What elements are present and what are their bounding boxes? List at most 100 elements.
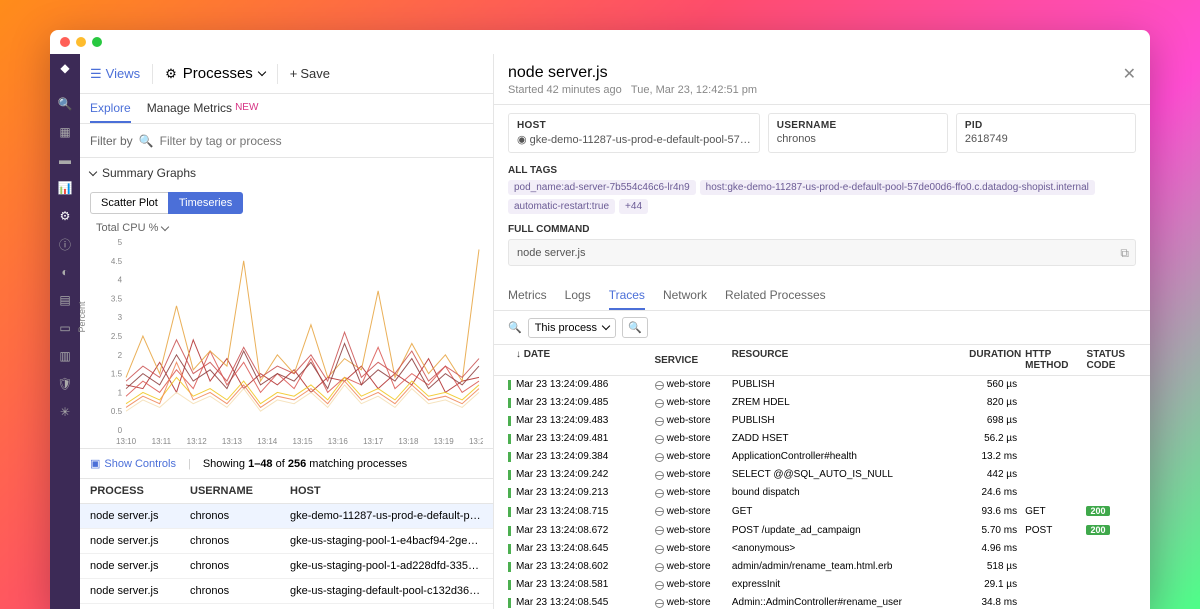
trace-row[interactable]: Mar 23 13:24:08.645web-store<anonymous>4… <box>494 540 1150 558</box>
tab-manage-metrics[interactable]: Manage Metrics NEW <box>147 94 259 123</box>
tag-pill[interactable]: +44 <box>619 199 648 214</box>
trace-search-button[interactable]: 🔍 <box>622 317 648 338</box>
trace-row[interactable]: Mar 23 13:24:09.384web-storeApplicationC… <box>494 448 1150 466</box>
tag-pill[interactable]: automatic-restart:true <box>508 199 615 214</box>
trace-scope-selector[interactable]: This process <box>528 318 616 338</box>
table-row[interactable]: node server.jschronosgke-us-staging-defa… <box>80 579 493 604</box>
svg-text:4.5: 4.5 <box>111 257 123 266</box>
tab-traces[interactable]: Traces <box>609 284 645 310</box>
trace-row[interactable]: Mar 23 13:24:09.242web-storeSELECT @@SQL… <box>494 466 1150 484</box>
svg-text:3.5: 3.5 <box>111 294 123 303</box>
metric-selector[interactable]: Total CPU % <box>80 218 493 238</box>
trace-row[interactable]: Mar 23 13:24:08.672web-storePOST /update… <box>494 521 1150 540</box>
trace-row[interactable]: Mar 23 13:24:08.715web-storeGET93.6 msGE… <box>494 502 1150 521</box>
svg-text:1.5: 1.5 <box>111 370 123 379</box>
summary-graphs-toggle[interactable]: Summary Graphs <box>80 158 493 188</box>
trace-row[interactable]: Mar 23 13:24:09.485web-storeZREM HDEL820… <box>494 394 1150 412</box>
svg-text:13:11: 13:11 <box>152 437 172 446</box>
tag-pill[interactable]: pod_name:ad-server-7b554c46c6-lr4n9 <box>508 180 696 195</box>
close-window-icon[interactable] <box>60 37 70 47</box>
tab-logs[interactable]: Logs <box>565 284 591 310</box>
trace-row[interactable]: Mar 23 13:24:09.486web-storePUBLISH560 µ… <box>494 376 1150 394</box>
table-row[interactable]: node server.jschronosgke-us-staging-pool… <box>80 554 493 579</box>
tab-explore[interactable]: Explore <box>90 94 131 123</box>
chevron-down-icon <box>602 322 610 330</box>
command-label: FULL COMMAND <box>508 224 1136 235</box>
svg-text:5: 5 <box>118 238 123 247</box>
svg-text:0.5: 0.5 <box>111 407 123 416</box>
svg-text:2.5: 2.5 <box>111 332 123 341</box>
primary-nav: ◆ 🔍 ▦ ▬ 📊 ⚙ ⓘ ◐ ▤ ▭ ▥ 🛡 ✳ <box>50 54 80 609</box>
timeseries-chart[interactable]: Percent 00.511.522.533.544.5513:1013:111… <box>80 238 493 448</box>
svg-text:13:13: 13:13 <box>222 437 243 446</box>
scatter-plot-tab[interactable]: Scatter Plot <box>90 192 168 214</box>
tab-related-processes[interactable]: Related Processes <box>725 284 826 310</box>
dashboards-icon[interactable]: ▦ <box>57 124 73 140</box>
page-title-dropdown[interactable]: ⚙ Processes <box>165 65 265 82</box>
chevron-down-icon <box>258 68 266 76</box>
tab-network[interactable]: Network <box>663 284 707 310</box>
svg-text:13:16: 13:16 <box>328 437 349 446</box>
metrics-icon[interactable]: 📊 <box>57 180 73 196</box>
process-table-header: PROCESS USERNAME HOST <box>80 479 493 504</box>
close-panel-button[interactable]: ✕ <box>1123 64 1136 84</box>
svg-text:13:20: 13:20 <box>469 437 483 446</box>
svg-text:13:10: 13:10 <box>116 437 137 446</box>
zoom-window-icon[interactable] <box>92 37 102 47</box>
trace-row[interactable]: Mar 23 13:24:08.545web-storeAdmin::Admin… <box>494 594 1150 609</box>
result-count: Showing 1–48 of 256 matching processes <box>203 458 407 470</box>
settings-icon[interactable]: ✳ <box>57 404 73 420</box>
pid-info: PID 2618749 <box>956 113 1136 153</box>
gear-icon: ⚙ <box>165 66 177 82</box>
show-controls-button[interactable]: ▣Show Controls <box>90 457 176 470</box>
svg-text:13:14: 13:14 <box>257 437 278 446</box>
new-badge: NEW <box>235 102 258 113</box>
window-titlebar <box>50 30 1150 54</box>
filter-input[interactable] <box>160 134 483 148</box>
trace-row[interactable]: Mar 23 13:24:09.483web-storePUBLISH698 µ… <box>494 412 1150 430</box>
filter-label: Filter by <box>90 134 133 148</box>
svg-text:13:12: 13:12 <box>187 437 208 446</box>
chevron-down-icon <box>89 167 97 175</box>
divider <box>277 64 278 84</box>
search-icon: 🔍 <box>139 134 154 148</box>
trace-row[interactable]: Mar 23 13:24:09.481web-storeZADD HSET56.… <box>494 430 1150 448</box>
command-box: node server.js ⧉ <box>508 239 1136 266</box>
svg-text:1: 1 <box>118 388 123 397</box>
svg-text:3: 3 <box>118 313 123 322</box>
host-info[interactable]: HOST ◉ gke-demo-11287-us-prod-e-default-… <box>508 113 760 153</box>
apm-icon[interactable]: ◐ <box>57 264 73 280</box>
svg-text:13:18: 13:18 <box>398 437 419 446</box>
info-icon[interactable]: ⓘ <box>57 236 73 252</box>
tab-metrics[interactable]: Metrics <box>508 284 547 310</box>
svg-text:13:15: 13:15 <box>292 437 313 446</box>
monitors-icon[interactable]: ▬ <box>57 152 73 168</box>
trace-row[interactable]: Mar 23 13:24:09.213web-storebound dispat… <box>494 484 1150 502</box>
detail-title: node server.js <box>508 64 1136 82</box>
logs-icon[interactable]: ▤ <box>57 292 73 308</box>
list-icon: ☰ <box>90 66 102 82</box>
trace-row[interactable]: Mar 23 13:24:08.581web-storeexpressInit2… <box>494 576 1150 594</box>
notebooks-icon[interactable]: ▥ <box>57 348 73 364</box>
integrations-icon[interactable]: ▭ <box>57 320 73 336</box>
copy-icon[interactable]: ⧉ <box>1120 246 1129 261</box>
svg-text:13:17: 13:17 <box>363 437 384 446</box>
logo-icon[interactable]: ◆ <box>57 60 73 76</box>
tag-pill[interactable]: host:gke-demo-11287-us-prod-e-default-po… <box>700 180 1095 195</box>
infrastructure-icon[interactable]: ⚙ <box>57 208 73 224</box>
tags-label: ALL TAGS <box>508 165 1136 176</box>
table-row[interactable]: node server.jschronosgke-demo-11287-us-p… <box>80 504 493 529</box>
timeseries-tab[interactable]: Timeseries <box>168 192 243 214</box>
plus-icon: + <box>290 66 298 81</box>
y-axis-label: Percent <box>77 301 87 332</box>
table-row[interactable]: node server.jschronosgke-us-staging-pool… <box>80 529 493 554</box>
svg-text:4: 4 <box>118 276 123 285</box>
views-button[interactable]: ☰ Views <box>90 66 140 82</box>
search-icon[interactable]: 🔍 <box>57 96 73 112</box>
security-icon[interactable]: 🛡 <box>57 376 73 392</box>
save-button[interactable]: + Save <box>290 66 330 81</box>
trace-row[interactable]: Mar 23 13:24:08.602web-storeadmin/admin/… <box>494 558 1150 576</box>
divider <box>152 64 153 84</box>
minimize-window-icon[interactable] <box>76 37 86 47</box>
svg-text:0: 0 <box>118 426 123 435</box>
